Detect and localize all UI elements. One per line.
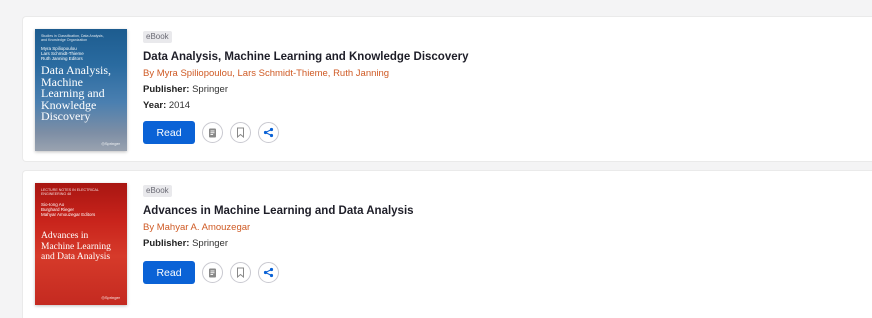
result-info: eBook Advances in Machine Learning and D…	[143, 180, 872, 250]
bookmark-icon	[237, 127, 244, 138]
cover-series: Studies in Classification, Data Analysis…	[41, 34, 104, 43]
share-button[interactable]	[258, 262, 279, 283]
authors-link[interactable]: By Mahyar A. Amouzegar	[143, 222, 872, 234]
year-value: 2014	[168, 100, 191, 111]
read-button[interactable]: Read	[143, 121, 195, 144]
publisher-line: Publisher: Springer	[143, 84, 872, 96]
share-button[interactable]	[258, 122, 279, 143]
cover-title: Advances in Machine Learning and Data An…	[41, 231, 111, 262]
cover-authors: Sio-Iong Ao Burghard Rieger Mahyar Amouz…	[41, 202, 96, 218]
cover-series: LECTURE NOTES IN ELECTRICAL ENGINEERING …	[41, 188, 99, 197]
year-line: Year: 2014	[143, 100, 872, 112]
publisher-value: Springer	[192, 84, 229, 95]
search-result-card: Studies in Classification, Data Analysis…	[22, 16, 872, 162]
format-badge: eBook	[143, 31, 172, 43]
publisher-label: Publisher:	[143, 84, 190, 95]
book-cover[interactable]: Studies in Classification, Data Analysis…	[35, 29, 127, 151]
cover-publisher: Springer	[101, 295, 120, 300]
publisher-line: Publisher: Springer	[143, 238, 872, 250]
cover-title: Data Analysis, Machine Learning and Know…	[41, 63, 111, 123]
search-result-card: LECTURE NOTES IN ELECTRICAL ENGINEERING …	[22, 170, 872, 318]
document-icon	[209, 128, 216, 137]
book-title-link[interactable]: Data Analysis, Machine Learning and Know…	[143, 50, 872, 64]
share-icon	[263, 267, 274, 278]
format-badge: eBook	[143, 185, 172, 197]
authors-link[interactable]: By Myra Spiliopoulou, Lars Schmidt-Thiem…	[143, 68, 872, 80]
bookmark-icon	[237, 267, 244, 278]
details-button[interactable]	[202, 262, 223, 283]
result-actions: Read	[143, 121, 279, 144]
bookmark-button[interactable]	[230, 122, 251, 143]
bookmark-button[interactable]	[230, 262, 251, 283]
read-button[interactable]: Read	[143, 261, 195, 284]
cover-authors: Myra Spiliopoulou Lars Schmidt-Thieme Ru…	[41, 46, 84, 62]
publisher-value: Springer	[192, 238, 229, 249]
book-cover[interactable]: LECTURE NOTES IN ELECTRICAL ENGINEERING …	[35, 183, 127, 305]
result-actions: Read	[143, 261, 279, 284]
book-title-link[interactable]: Advances in Machine Learning and Data An…	[143, 204, 872, 218]
share-icon	[263, 127, 274, 138]
details-button[interactable]	[202, 122, 223, 143]
cover-publisher: Springer	[101, 141, 120, 146]
year-label: Year:	[143, 100, 167, 111]
document-icon	[209, 268, 216, 277]
result-info: eBook Data Analysis, Machine Learning an…	[143, 26, 872, 112]
publisher-label: Publisher:	[143, 238, 190, 249]
